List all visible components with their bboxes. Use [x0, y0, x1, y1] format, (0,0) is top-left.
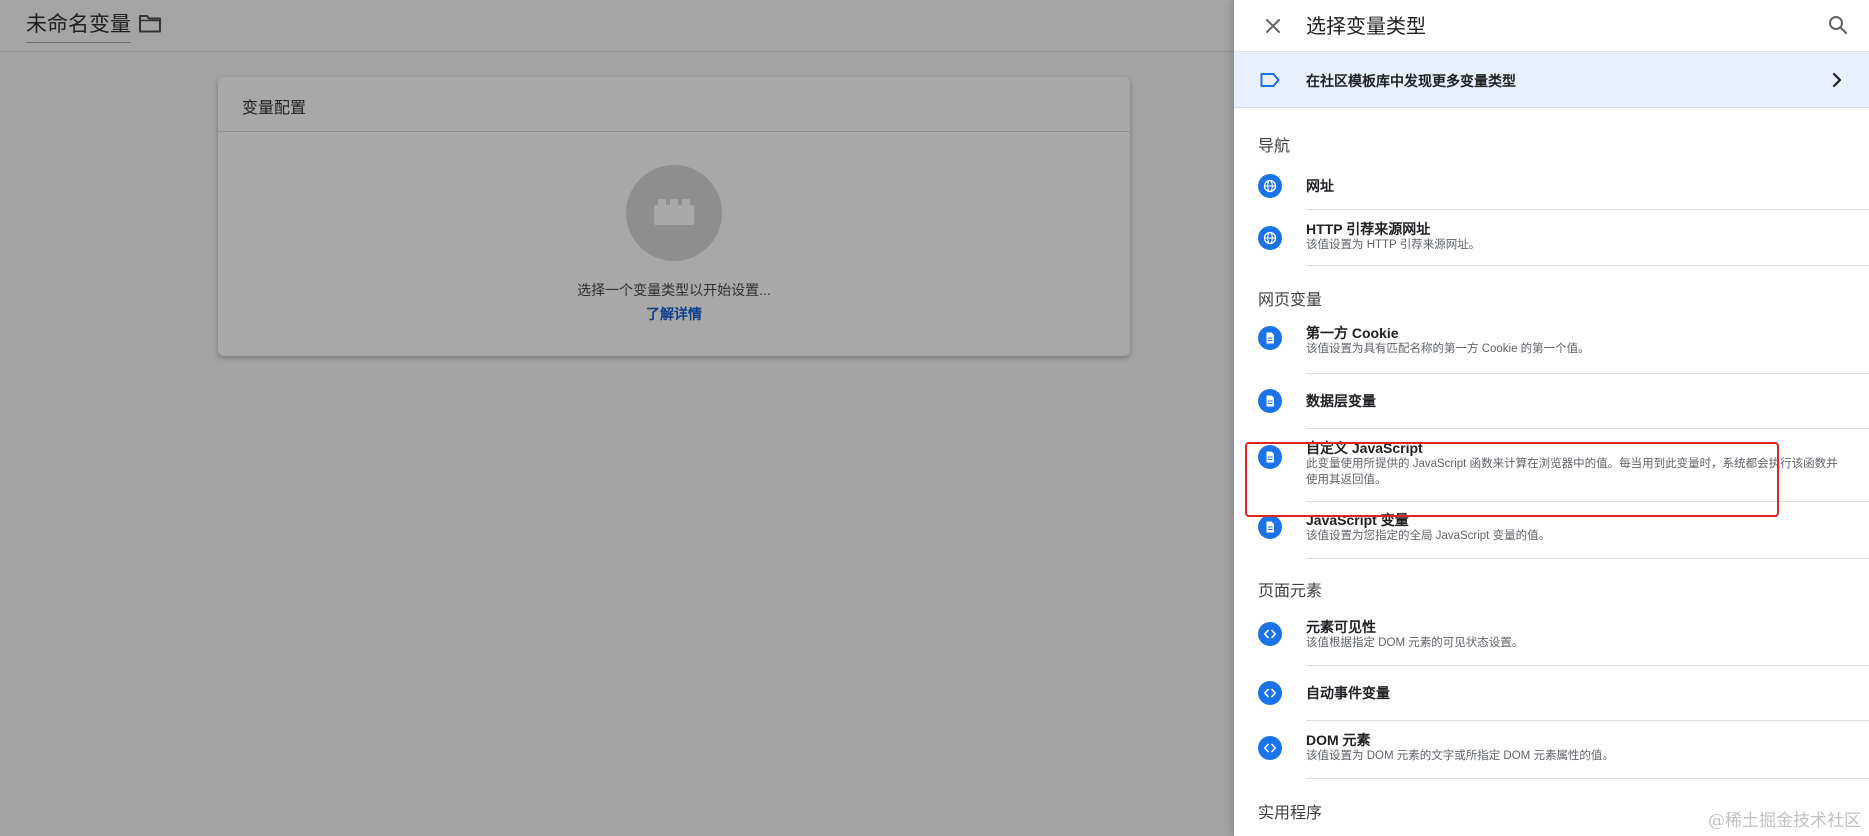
- variable-type-javascript-variable[interactable]: JavaScript 变量 该值设置为您指定的全局 JavaScript 变量的…: [1234, 502, 1869, 559]
- item-description: 该值设置为您指定的全局 JavaScript 变量的值。: [1306, 530, 1551, 542]
- variable-type-data-layer[interactable]: 数据层变量: [1234, 374, 1869, 429]
- variable-type-url[interactable]: 网址: [1234, 163, 1869, 210]
- config-card-title: 变量配置: [218, 77, 1130, 132]
- variable-type-custom-javascript[interactable]: 自定义 JavaScript 此变量使用所提供的 JavaScript 函数来计…: [1234, 429, 1869, 502]
- code-icon: [1258, 622, 1282, 646]
- item-name: 自定义 JavaScript: [1306, 440, 1423, 456]
- chevron-right-icon: [1832, 72, 1842, 88]
- section-title-navigation: 导航: [1258, 138, 1291, 155]
- section-title-page-variables: 网页变量: [1258, 292, 1323, 309]
- variable-type-auto-event[interactable]: 自动事件变量: [1234, 666, 1869, 721]
- code-icon: [1258, 681, 1282, 705]
- search-icon[interactable]: [1821, 9, 1855, 43]
- globe-icon: [1258, 174, 1282, 198]
- variable-name-field[interactable]: 未命名变量: [26, 8, 131, 43]
- item-name: 网址: [1306, 178, 1334, 194]
- section-title-page-elements: 页面元素: [1258, 583, 1323, 600]
- variable-type-placeholder[interactable]: [626, 165, 722, 261]
- globe-icon: [1258, 226, 1282, 250]
- community-gallery-banner[interactable]: 在社区模板库中发现更多变量类型: [1234, 52, 1869, 108]
- label-icon: [1260, 73, 1280, 87]
- code-icon: [1258, 736, 1282, 760]
- item-name: HTTP 引荐来源网址: [1306, 221, 1431, 237]
- variable-type-http-referrer[interactable]: HTTP 引荐来源网址 该值设置为 HTTP 引荐来源网址。: [1234, 210, 1869, 266]
- document-icon: [1258, 389, 1282, 413]
- folder-icon[interactable]: [138, 12, 162, 34]
- item-description: 该值设置为 DOM 元素的文字或所指定 DOM 元素属性的值。: [1306, 750, 1614, 762]
- panel-title: 选择变量类型: [1306, 16, 1426, 38]
- item-description: 该值根据指定 DOM 元素的可见状态设置。: [1306, 637, 1524, 649]
- item-name: 第一方 Cookie: [1306, 325, 1399, 341]
- document-icon: [1258, 515, 1282, 539]
- close-icon[interactable]: [1256, 9, 1290, 43]
- variable-type-element-visibility[interactable]: 元素可见性 该值根据指定 DOM 元素的可见状态设置。: [1234, 609, 1869, 666]
- item-name: 元素可见性: [1306, 619, 1376, 635]
- variable-type-first-party-cookie[interactable]: 第一方 Cookie 该值设置为具有匹配名称的第一方 Cookie 的第一个值。: [1234, 316, 1869, 374]
- config-hint: 选择一个变量类型以开始设置...: [577, 282, 771, 298]
- watermark: @稀土掘金技术社区: [1708, 811, 1861, 831]
- learn-more-link[interactable]: 了解详情: [218, 304, 1130, 324]
- item-description: 该值设置为 HTTP 引荐来源网址。: [1306, 239, 1481, 251]
- item-name: 数据层变量: [1306, 393, 1376, 409]
- item-name: JavaScript 变量: [1306, 512, 1409, 528]
- variable-config-card: 变量配置 选择一个变量类型以开始设置... 了解详情: [218, 77, 1130, 356]
- panel-header: 选择变量类型: [1234, 0, 1869, 52]
- community-banner-text: 在社区模板库中发现更多变量类型: [1306, 73, 1516, 89]
- item-name: 自动事件变量: [1306, 685, 1390, 701]
- item-description: 此变量使用所提供的 JavaScript 函数来计算在浏览器中的值。每当用到此变…: [1306, 458, 1838, 486]
- document-icon: [1258, 326, 1282, 350]
- variable-type-dom-element[interactable]: DOM 元素 该值设置为 DOM 元素的文字或所指定 DOM 元素属性的值。: [1234, 721, 1869, 779]
- document-icon: [1258, 445, 1282, 469]
- variable-type-panel: 选择变量类型 在社区模板库中发现更多变量类型 导航 网址 HTTP 引荐来源网址…: [1234, 0, 1869, 836]
- item-name: DOM 元素: [1306, 732, 1371, 748]
- item-description: 该值设置为具有匹配名称的第一方 Cookie 的第一个值。: [1306, 343, 1590, 355]
- editor-topbar: 未命名变量: [0, 0, 1234, 52]
